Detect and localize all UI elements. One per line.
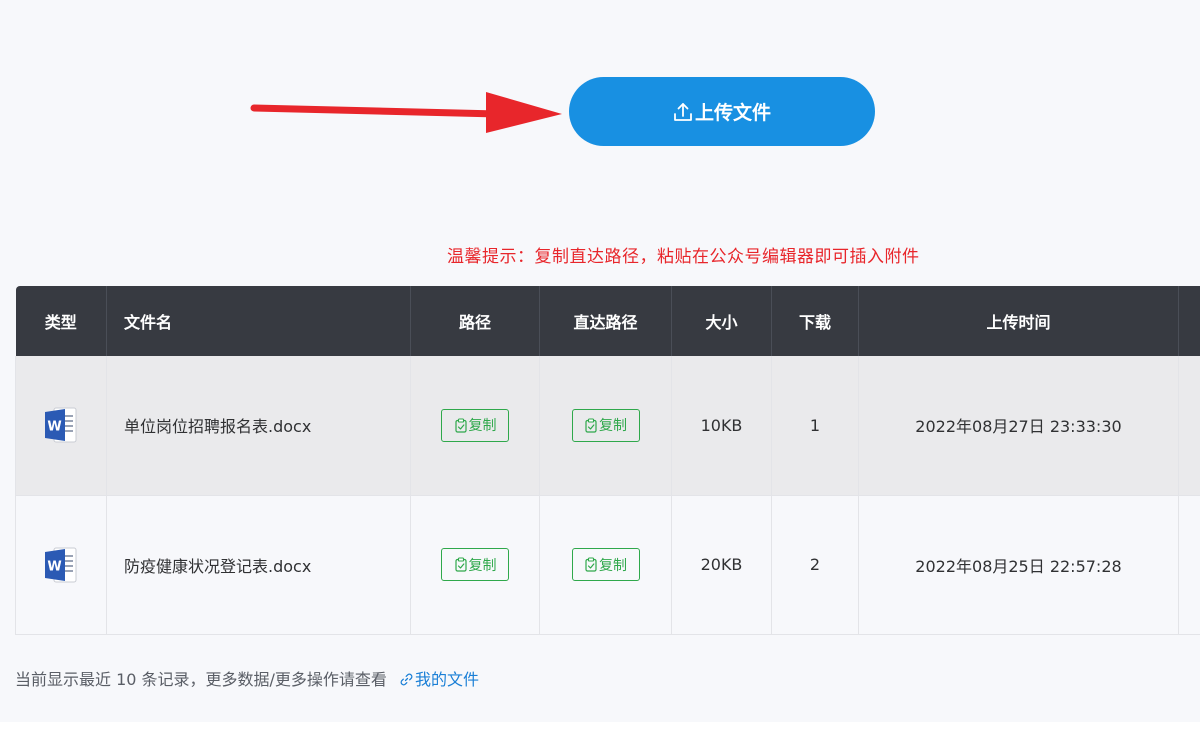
type-cell: W (15, 356, 107, 496)
clipboard-icon (584, 418, 598, 433)
type-cell: W (15, 495, 107, 635)
size-cell: 10KB (671, 356, 772, 496)
footer-note: 当前显示最近 10 条记录，更多数据/更多操作请查看 我的文件 (15, 666, 479, 690)
link-icon (400, 671, 413, 686)
my-files-link[interactable]: 我的文件 (392, 670, 479, 689)
extra-cell (1178, 495, 1200, 635)
copy-direct-path-label: 复制 (599, 418, 627, 435)
upload-icon (673, 101, 693, 123)
downloads-cell: 1 (771, 356, 859, 496)
downloads-cell: 2 (771, 495, 859, 635)
svg-text:W: W (47, 420, 61, 435)
copy-path-button[interactable]: 复制 (441, 408, 509, 442)
footer-text: 当前显示最近 10 条记录，更多数据/更多操作请查看 (15, 670, 387, 689)
header-downloads: 下载 (771, 286, 859, 356)
table-row: W 防疫健康状况登记表.docx 复制 复制 20KB 2 2022年08月25… (15, 495, 1200, 635)
filename-cell: 防疫健康状况登记表.docx (106, 495, 411, 635)
table-header-row: 类型 文件名 路径 直达路径 大小 下载 上传时间 (15, 286, 1200, 356)
header-upload-time: 上传时间 (858, 286, 1179, 356)
size-cell: 20KB (671, 495, 772, 635)
clipboard-icon (454, 557, 468, 572)
copy-path-label: 复制 (468, 557, 497, 574)
header-filename: 文件名 (106, 286, 411, 356)
header-type: 类型 (15, 286, 107, 356)
red-arrow-annotation (250, 92, 562, 133)
copy-path-label: 复制 (468, 418, 497, 435)
path-cell: 复制 (410, 495, 540, 635)
upload-time-cell: 2022年08月25日 22:57:28 (858, 495, 1179, 635)
file-table: 类型 文件名 路径 直达路径 大小 下载 上传时间 W 单位岗位招聘报名表.do… (15, 286, 1200, 635)
clipboard-icon (454, 418, 468, 433)
word-icon: W (44, 546, 78, 584)
my-files-label: 我的文件 (415, 670, 480, 689)
upload-file-label: 上传文件 (694, 102, 771, 124)
filename-cell: 单位岗位招聘报名表.docx (106, 356, 411, 496)
header-size: 大小 (671, 286, 772, 356)
page: 上传文件 温馨提示：复制直达路径，粘贴在公众号编辑器即可插入附件 类型 文件名 … (0, 0, 1200, 722)
path-cell: 复制 (410, 356, 540, 496)
direct-path-cell: 复制 (539, 356, 672, 496)
copy-direct-path-label: 复制 (599, 557, 627, 574)
tip-text: 温馨提示：复制直达路径，粘贴在公众号编辑器即可插入附件 (447, 247, 920, 267)
svg-text:W: W (47, 559, 61, 574)
copy-direct-path-button[interactable]: 复制 (571, 408, 640, 442)
header-direct-path: 直达路径 (539, 286, 672, 356)
header-path: 路径 (410, 286, 540, 356)
extra-cell (1178, 356, 1200, 496)
clipboard-icon (584, 557, 598, 572)
direct-path-cell: 复制 (539, 495, 672, 635)
copy-path-button[interactable]: 复制 (441, 548, 509, 581)
word-icon: W (44, 406, 78, 444)
copy-direct-path-button[interactable]: 复制 (571, 548, 640, 581)
table-row: W 单位岗位招聘报名表.docx 复制 复制 10KB 1 2022年08月27… (15, 356, 1200, 496)
header-extra (1178, 286, 1200, 356)
upload-time-cell: 2022年08月27日 23:33:30 (858, 356, 1179, 496)
upload-file-button[interactable]: 上传文件 (569, 77, 875, 146)
